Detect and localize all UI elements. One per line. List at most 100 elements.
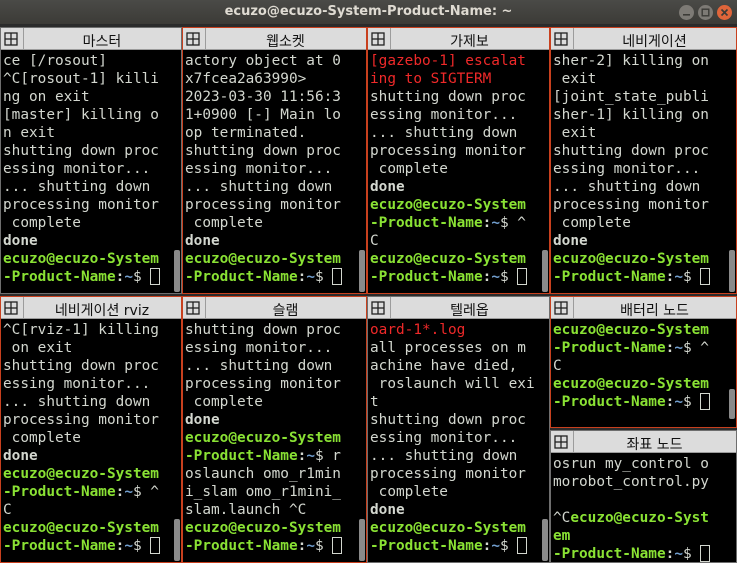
terminal-text: ecuzo@ecuzo-System (185, 430, 341, 446)
terminal-pane-teleop[interactable]: 텔레옵 oard-1*.log all processes on m achine … (367, 296, 550, 563)
terminal-line: ce [/rosout] (3, 52, 181, 70)
terminal-line: i_slam omo_r1mini_ (185, 483, 366, 501)
terminal-text: $ (314, 269, 333, 285)
scrollbar[interactable] (359, 250, 365, 292)
terminal-text: osrun my_control o (553, 456, 709, 472)
split-layout-icon[interactable] (4, 301, 18, 315)
pane-header[interactable]: 텔레옵 (368, 297, 549, 319)
terminal-output[interactable]: sher-2] killing on exit [joint_state_publ… (551, 50, 736, 286)
split-layout-icon[interactable] (186, 32, 200, 46)
terminal-line: shutting down proc (185, 321, 366, 339)
terminal-text: $ (314, 538, 333, 554)
terminal-output[interactable]: [gazebo-1] escalat ing to SIGTERM shutting… (368, 50, 549, 286)
pane-header[interactable]: 마스터 (1, 28, 181, 50)
split-layout-icon[interactable] (371, 32, 385, 46)
terminal-pane-slam[interactable]: 슬램 shutting down proc essing monitor.....… (182, 296, 367, 563)
terminal-line: essing monitor... (370, 106, 549, 124)
scrollbar[interactable] (174, 519, 180, 561)
pane-header[interactable]: 네비게이션 (551, 28, 736, 50)
pane-title: 슬램 (272, 303, 299, 319)
terminal-line: complete (370, 483, 549, 501)
terminal-text: shutting down proc (3, 358, 159, 374)
pane-header[interactable]: 좌표 노드 (551, 431, 736, 453)
terminal-line: -Product-Name:~$ ^ (3, 483, 181, 501)
split-layout-icon[interactable] (186, 301, 200, 315)
terminal-text: oard-1*.log (370, 322, 466, 338)
terminal-output[interactable]: oard-1*.log all processes on m achine have… (368, 319, 549, 555)
split-layout-icon[interactable] (554, 435, 568, 449)
terminal-text: roslaunch will exi (370, 376, 535, 392)
terminal-output[interactable]: shutting down proc essing monitor... ... s… (183, 319, 366, 555)
scrollbar[interactable] (729, 389, 735, 419)
terminal-pane-battery-node[interactable]: 배터리 노드 ecuzo@ecuzo-System -Product-Name:~… (550, 296, 737, 428)
terminal-output[interactable]: ^C[rviz-1] killing on exit shutting down … (1, 319, 181, 555)
terminal-line: x7fcea2a63990> (185, 70, 366, 88)
terminal-pane-master[interactable]: 마스터 ce [/rosout] ^C[rosout-1] killi ng on … (0, 27, 182, 294)
terminal-text: done (3, 233, 38, 249)
terminal-pane-gazebo[interactable]: 가제보 [gazebo-1] escalat ing to SIGTERM shut… (367, 27, 550, 294)
scrollbar[interactable] (542, 519, 548, 561)
terminal-text: ... shutting down (370, 125, 518, 141)
pane-header[interactable]: 네비게이션 rviz (1, 297, 181, 319)
terminal-line: n exit (3, 124, 181, 142)
pane-header[interactable]: 가제보 (368, 28, 549, 50)
terminal-line: em (553, 527, 736, 545)
pane-header[interactable]: 슬램 (183, 297, 366, 319)
scrollbar[interactable] (542, 250, 548, 292)
pane-header[interactable]: 배터리 노드 (551, 297, 736, 319)
terminal-line: slam.launch ^C (185, 501, 366, 519)
terminal-text: essing monitor... (553, 161, 701, 177)
terminal-text: ... shutting down (3, 394, 151, 410)
terminal-text: $ (499, 538, 518, 554)
scrollbar[interactable] (174, 250, 180, 292)
terminal-text: -Product-Name (185, 269, 298, 285)
terminal-line: processing monitor (370, 142, 549, 160)
pane-header[interactable]: 웹소켓 (183, 28, 366, 50)
scrollbar[interactable] (729, 250, 735, 292)
terminal-text: ecuzo@ecuzo-System (185, 520, 341, 536)
terminal-line: ... shutting down (370, 447, 549, 465)
terminal-text: complete (185, 394, 263, 410)
terminal-output[interactable]: ecuzo@ecuzo-System -Product-Name:~$ ^ Cecu… (551, 319, 736, 411)
cursor-block (517, 268, 528, 285)
split-layout-icon[interactable] (371, 301, 385, 315)
maximize-button[interactable] (698, 5, 713, 20)
terminal-pane-coordinate-node[interactable]: 좌표 노드 osrun my_control o morobot_control.… (550, 430, 737, 563)
terminal-text: ing to SIGTERM (370, 71, 492, 87)
terminal-line: ... shutting down (185, 357, 366, 375)
terminal-text: ~ (674, 546, 683, 562)
terminal-line: ecuzo@ecuzo-System (185, 250, 366, 268)
terminal-pane-navigation[interactable]: 네비게이션 sher-2] killing on exit [joint_stat… (550, 27, 737, 294)
maximize-icon (701, 8, 710, 17)
split-layout-icon[interactable] (554, 32, 568, 46)
split-layout-icon[interactable] (4, 32, 18, 46)
terminal-output[interactable]: actory object at 0 x7fcea2a63990> 2023-03-… (183, 50, 366, 286)
terminal-output[interactable]: osrun my_control o morobot_control.py ^Cec… (551, 453, 736, 562)
terminal-text: done (185, 233, 220, 249)
terminal-line: -Product-Name:~$ ^ (553, 339, 736, 357)
terminal-line: complete (185, 214, 366, 232)
terminal-text: -Product-Name (370, 538, 483, 554)
terminal-pane-navigation-rviz[interactable]: 네비게이션 rviz ^C[rviz-1] killing on exit shu… (0, 296, 182, 563)
scrollbar[interactable] (359, 519, 365, 561)
terminal-output[interactable]: ce [/rosout] ^C[rosout-1] killi ng on exit… (1, 50, 181, 286)
terminal-line: t (370, 393, 549, 411)
terminal-line: -Product-Name:~$ (553, 268, 736, 286)
terminal-text: processing monitor (185, 376, 341, 392)
window-titlebar[interactable]: ecuzo@ecuzo-System-Product-Name: ~ (0, 0, 737, 25)
pane-title: 네비게이션 (622, 34, 687, 50)
terminal-text: ~ (124, 538, 133, 554)
minimize-button[interactable] (679, 5, 694, 20)
terminal-line: -Product-Name:~$ r (185, 447, 366, 465)
close-button[interactable] (717, 5, 732, 20)
terminal-text: em (553, 528, 571, 544)
terminal-line: ^Cecuzo@ecuzo-Syst (553, 509, 736, 527)
terminal-text: : (665, 269, 675, 285)
terminal-line: sher-1] killing on (553, 106, 736, 124)
terminal-line: essing monitor... (3, 160, 181, 178)
terminal-pane-websocket[interactable]: 웹소켓 actory object at 0 x7fcea2a63990> 2023… (182, 27, 367, 294)
split-layout-icon[interactable] (554, 301, 568, 315)
terminal-line: C (3, 501, 181, 519)
terminal-text: : (665, 546, 675, 562)
pane-title: 마스터 (82, 34, 122, 50)
